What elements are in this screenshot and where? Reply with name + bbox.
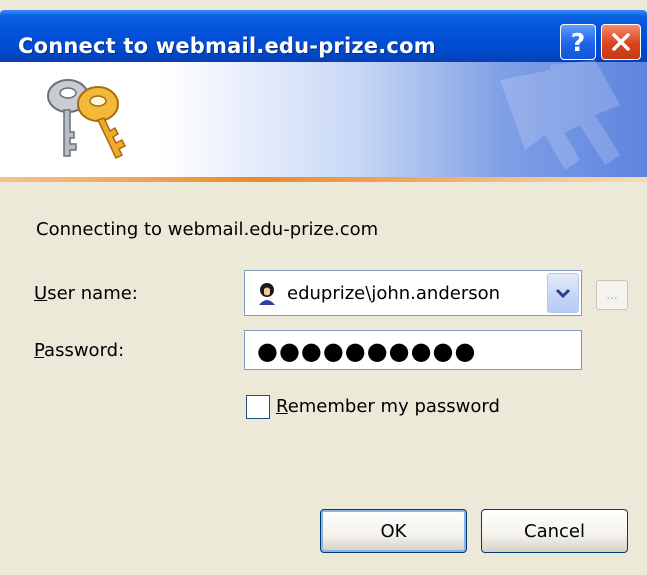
user-icon <box>259 283 275 305</box>
remember-access-key: R <box>276 396 288 417</box>
password-field[interactable]: ●●●●●●●●●● <box>244 330 582 370</box>
banner-divider <box>0 177 647 182</box>
username-access-key: U <box>34 283 48 304</box>
password-access-key: P <box>34 340 45 361</box>
help-icon: ? <box>570 27 586 57</box>
banner-watermark-keys-icon <box>500 60 620 170</box>
window-title: Connect to webmail.edu-prize.com <box>18 34 436 58</box>
remember-password-label[interactable]: Remember my password <box>276 396 500 417</box>
cancel-button[interactable]: Cancel <box>481 509 628 553</box>
close-button[interactable] <box>601 24 641 60</box>
browse-credentials-button[interactable]: ... <box>596 280 628 310</box>
connecting-message: Connecting to webmail.edu-prize.com <box>36 219 379 240</box>
username-label-text: ser name: <box>47 283 138 304</box>
remember-label-text: emember my password <box>287 396 500 417</box>
help-button[interactable]: ? <box>560 24 596 60</box>
username-dropdown-button[interactable] <box>547 273 579 313</box>
username-combobox[interactable]: eduprize\john.anderson <box>244 270 582 316</box>
password-masked-value: ●●●●●●●●●● <box>257 337 477 365</box>
ok-button[interactable]: OK <box>320 509 467 553</box>
username-value: eduprize\john.anderson <box>287 283 501 304</box>
password-label: Password: <box>34 340 124 361</box>
password-label-text: assword: <box>44 340 125 361</box>
keys-icon <box>47 79 127 160</box>
remember-password-checkbox[interactable] <box>246 395 270 419</box>
username-label: User name: <box>34 283 138 304</box>
title-bar[interactable]: Connect to webmail.edu-prize.com ? <box>0 10 647 62</box>
chevron-down-icon <box>555 288 571 299</box>
connect-dialog: Connect to webmail.edu-prize.com ? Conne… <box>0 0 647 575</box>
close-icon <box>612 33 630 51</box>
